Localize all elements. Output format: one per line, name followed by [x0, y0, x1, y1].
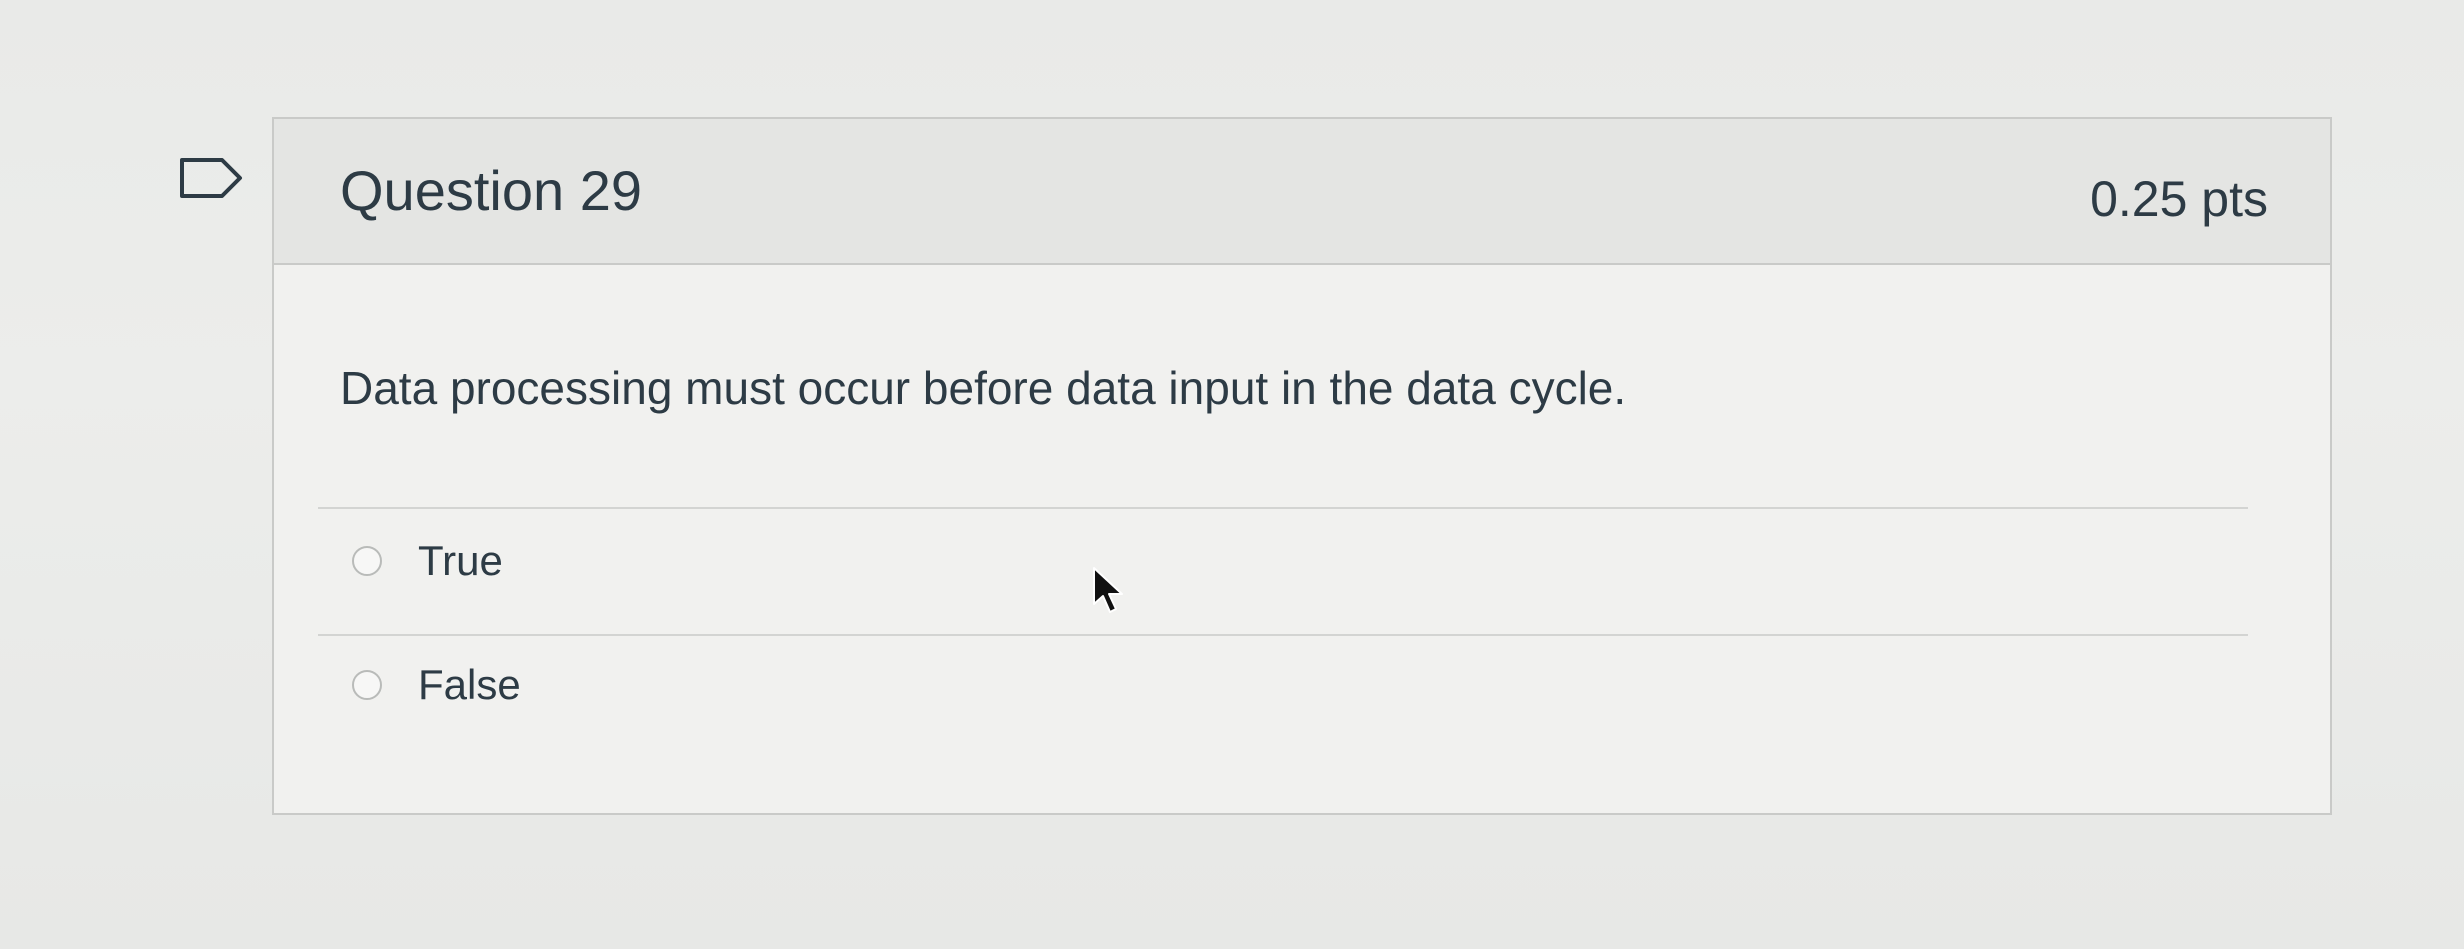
answer-divider — [318, 634, 2248, 636]
mouse-pointer-icon — [1093, 567, 1123, 613]
answer-divider — [318, 507, 2248, 509]
radio-true[interactable] — [352, 546, 382, 576]
radio-false[interactable] — [352, 670, 382, 700]
question-header: Question 29 0.25 pts — [274, 119, 2330, 265]
question-points: 0.25 pts — [2090, 171, 2268, 227]
answer-label-false: False — [418, 660, 521, 708]
flag-question-icon[interactable] — [178, 156, 246, 200]
answer-option-true[interactable]: True — [352, 531, 503, 591]
question-text: Data processing must occur before data i… — [340, 362, 1627, 414]
question-title: Question 29 — [340, 159, 642, 222]
answer-label-true: True — [418, 536, 503, 584]
answer-option-false[interactable]: False — [352, 655, 521, 715]
question-card: Question 29 0.25 pts Data processing mus… — [272, 117, 2332, 815]
